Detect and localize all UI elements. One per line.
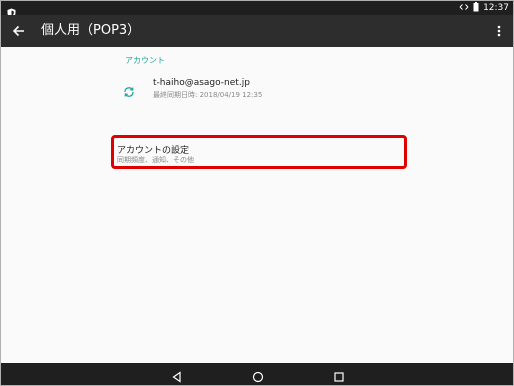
account-sync-row[interactable]: t-haiho@asago-net.jp 最終同期日時: 2018/04/19 … <box>111 73 411 105</box>
account-email: t-haiho@asago-net.jp <box>153 78 250 88</box>
settings-content: アカウント t-haiho@asago-net.jp 最終同期日時: 2018/… <box>1 47 513 363</box>
section-header-account: アカウント <box>125 56 165 65</box>
navigation-bar <box>1 363 513 385</box>
battery-icon <box>473 1 479 15</box>
account-settings-summary: 同期頻度、通知、その他 <box>117 156 194 164</box>
app-toolbar: 個人用（POP3） <box>1 15 513 47</box>
nav-recents-icon[interactable] <box>333 368 345 382</box>
status-time: 12:37 <box>483 3 509 13</box>
back-arrow-icon[interactable] <box>11 23 27 39</box>
nav-back-icon[interactable] <box>171 368 183 383</box>
data-arrows-icon <box>459 3 469 14</box>
more-vert-icon[interactable] <box>495 23 503 39</box>
sync-icon <box>123 83 135 97</box>
device-screen: 12:37 個人用（POP3） アカウント t-haiho@asago-net.… <box>0 0 514 386</box>
page-title: 個人用（POP3） <box>41 23 141 38</box>
account-settings-item[interactable]: アカウントの設定 同期頻度、通知、その他 <box>111 135 407 169</box>
last-sync-time: 最終同期日時: 2018/04/19 12:35 <box>153 91 263 99</box>
status-icons: 12:37 <box>459 1 509 15</box>
status-bar: 12:37 <box>1 1 513 18</box>
nav-home-icon[interactable] <box>252 368 264 383</box>
